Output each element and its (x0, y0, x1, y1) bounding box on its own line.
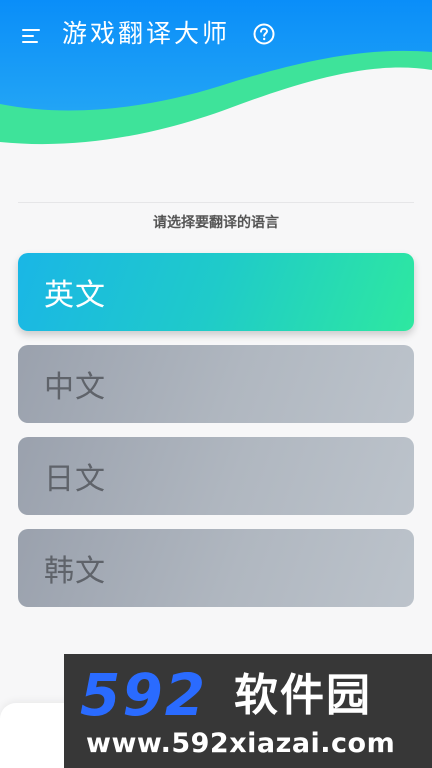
menu-line-middle (22, 35, 34, 37)
section-divider (18, 202, 414, 203)
help-circle-icon[interactable] (253, 23, 275, 45)
app-title: 游戏翻译大师 (62, 19, 231, 48)
language-option-chinese[interactable]: 中文 (18, 345, 414, 423)
menu-icon[interactable] (22, 25, 44, 47)
watermark-brand: 592 软件园 (64, 661, 432, 729)
language-label: 中文 (44, 370, 106, 405)
watermark-url: www.592xiazai.com (86, 728, 396, 759)
menu-line-top (22, 29, 40, 31)
watermark-logo: 592 软件园 www.592xiazai.com (64, 654, 432, 768)
app-screen: 游戏翻译大师 请选择要翻译的语言 英文 中文 日文 韩文 592 软件园 www… (0, 0, 432, 768)
watermark-brand-number: 592 (80, 661, 208, 729)
language-label: 韩文 (44, 554, 106, 589)
watermark-brand-text: 软件园 (234, 670, 372, 721)
language-option-korean[interactable]: 韩文 (18, 529, 414, 607)
language-option-japanese[interactable]: 日文 (18, 437, 414, 515)
language-label: 日文 (44, 462, 106, 497)
app-header: 游戏翻译大师 (0, 0, 432, 70)
language-option-english[interactable]: 英文 (18, 253, 414, 331)
language-label: 英文 (44, 278, 106, 313)
language-prompt: 请选择要翻译的语言 (153, 215, 279, 231)
language-list: 英文 中文 日文 韩文 (18, 253, 414, 621)
menu-line-bottom (22, 41, 38, 43)
